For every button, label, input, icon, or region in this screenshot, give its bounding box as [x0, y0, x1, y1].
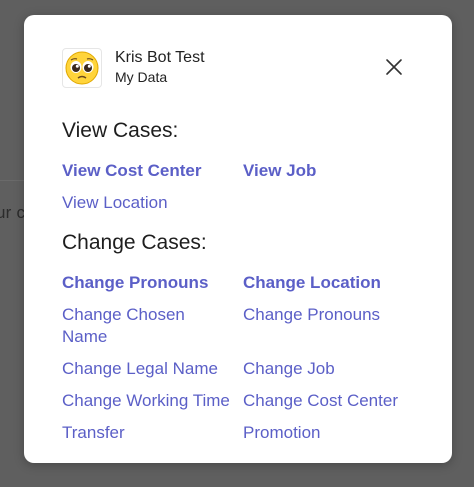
- view-cases-heading: View Cases:: [62, 119, 179, 142]
- link-change-pronouns[interactable]: Change Pronouns: [243, 304, 380, 326]
- close-icon: [386, 59, 402, 75]
- link-promotion[interactable]: Promotion: [243, 422, 320, 444]
- bot-subtitle: My Data: [115, 69, 168, 85]
- link-view-location[interactable]: View Location: [62, 192, 168, 214]
- pleading-face-emoji-icon: [65, 51, 99, 85]
- bot-avatar: [62, 48, 102, 88]
- link-change-pronouns-primary[interactable]: Change Pronouns: [62, 272, 208, 294]
- link-view-cost-center[interactable]: View Cost Center: [62, 160, 202, 182]
- link-change-cost-center[interactable]: Change Cost Center: [243, 390, 398, 412]
- link-change-location[interactable]: Change Location: [243, 272, 381, 294]
- bot-title: Kris Bot Test: [115, 49, 205, 66]
- backdrop-divider: [0, 180, 24, 181]
- link-change-chosen-name[interactable]: Change Chosen Name: [62, 304, 232, 348]
- link-change-job[interactable]: Change Job: [243, 358, 335, 380]
- link-transfer[interactable]: Transfer: [62, 422, 125, 444]
- link-view-job[interactable]: View Job: [243, 160, 316, 182]
- link-change-legal-name[interactable]: Change Legal Name: [62, 358, 218, 380]
- backdrop-text: ur c: [0, 203, 26, 222]
- link-change-working-time[interactable]: Change Working Time: [62, 390, 230, 412]
- bot-card-dialog: Kris Bot Test My Data View Cases: View C…: [24, 15, 452, 463]
- change-cases-heading: Change Cases:: [62, 231, 207, 254]
- close-button[interactable]: [382, 55, 406, 79]
